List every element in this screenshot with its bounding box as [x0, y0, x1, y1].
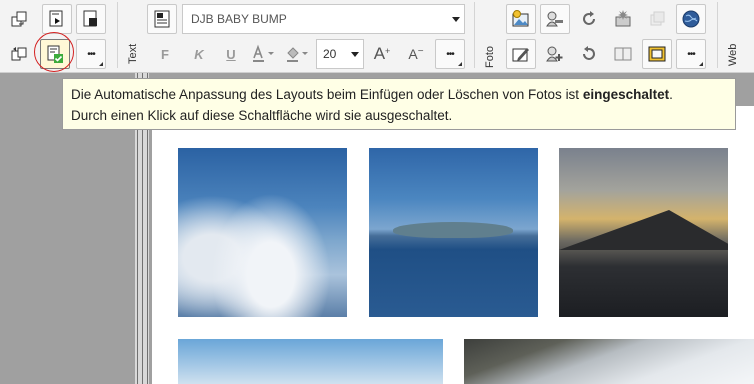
page-forward-button[interactable]	[42, 4, 72, 34]
text-more-button[interactable]: •••	[435, 39, 465, 69]
page-save-icon	[83, 10, 97, 27]
separator	[474, 2, 475, 68]
mountain-shape	[559, 210, 728, 250]
add-photo-button[interactable]	[506, 4, 536, 34]
copy-icon	[650, 11, 665, 26]
font-family-value: DJB BABY BUMP	[191, 12, 287, 26]
chevron-down-icon	[452, 16, 460, 22]
globe-icon	[682, 10, 700, 28]
undo-photo-button[interactable]	[574, 39, 604, 69]
photo-island-sea[interactable]	[369, 148, 538, 317]
toolbar: ••• Text DJB BABY BUMP F K U 20 A + A − …	[0, 0, 754, 73]
photo-rocky-coast[interactable]	[464, 339, 754, 384]
rotate-photo-button[interactable]	[574, 4, 604, 34]
photo-more-button[interactable]: •••	[676, 39, 706, 69]
tooltip-line-1: Die Automatische Anpassung des Layouts b…	[71, 84, 727, 105]
underline-label: U	[226, 46, 236, 62]
photo-mountain-sunset[interactable]	[559, 148, 728, 317]
add-person-photo-button[interactable]	[540, 39, 570, 69]
text-box-button[interactable]	[147, 4, 177, 34]
italic-label: K	[194, 46, 204, 62]
tooltip-line-2: Durch einen Klick auf diese Schaltfläche…	[71, 108, 453, 123]
separator	[117, 2, 118, 68]
add-photo-icon	[512, 10, 529, 27]
bold-label: F	[161, 46, 169, 62]
font-size-value: 20	[323, 47, 337, 61]
font-decrease-button[interactable]: A −	[401, 39, 431, 69]
photo-sky-horizon[interactable]	[178, 339, 443, 384]
more-icon: •••	[446, 48, 454, 60]
photo-effects-icon	[615, 10, 631, 27]
italic-button[interactable]: K	[184, 39, 214, 69]
frame-icon	[648, 46, 666, 62]
text-color-icon	[253, 44, 274, 62]
plus-sign: +	[385, 46, 391, 56]
font-family-select[interactable]: DJB BABY BUMP	[182, 4, 465, 34]
tooltip-status: eingeschaltet	[582, 87, 670, 102]
bold-button[interactable]: F	[150, 39, 180, 69]
separator	[717, 2, 718, 68]
undo-icon	[583, 46, 595, 60]
edit-photo-icon	[512, 48, 529, 62]
photo-copy-button[interactable]	[642, 4, 672, 34]
auto-layout-check-icon	[47, 45, 63, 63]
minus-sign: −	[417, 45, 424, 57]
edit-photo-button[interactable]	[506, 39, 536, 69]
font-increase-button[interactable]: A +	[367, 39, 397, 69]
layout-swap-button[interactable]	[4, 39, 34, 69]
rotate-icon	[583, 11, 595, 25]
dropdown-corner-icon	[99, 62, 103, 66]
tooltip: Die Automatische Anpassung des Layouts b…	[62, 78, 736, 130]
font-size-select[interactable]: 20	[316, 39, 364, 69]
chevron-down-icon	[351, 51, 359, 57]
add-person-icon	[546, 46, 563, 62]
underline-button[interactable]: U	[216, 39, 246, 69]
auto-layout-adjust-button[interactable]	[40, 39, 70, 69]
page-arrange-icon	[11, 11, 27, 27]
remove-photo-button[interactable]	[540, 4, 570, 34]
photo-split-button[interactable]	[608, 39, 638, 69]
island-shape	[393, 222, 513, 238]
web-group-label: Web	[727, 43, 739, 66]
tooltip-period: .	[669, 87, 673, 102]
text-box-icon	[154, 10, 170, 28]
split-icon	[614, 47, 632, 61]
photo-frame-button[interactable]	[642, 39, 672, 69]
dropdown-corner-icon	[458, 62, 462, 66]
layout-more-button[interactable]: •••	[76, 39, 106, 69]
more-icon: •••	[87, 48, 95, 60]
photo-aerial-clouds[interactable]	[178, 148, 347, 317]
online-photos-button[interactable]	[676, 4, 706, 34]
fill-color-button[interactable]	[282, 39, 314, 69]
photo-effects-button[interactable]	[608, 4, 638, 34]
text-group-label: Text	[127, 43, 139, 64]
font-increase-icon: A	[373, 44, 386, 63]
paint-bucket-icon	[287, 47, 308, 62]
font-decrease-icon: A	[408, 46, 418, 62]
dropdown-corner-icon	[699, 62, 703, 66]
page-save-button[interactable]	[76, 4, 106, 34]
remove-photo-icon	[546, 11, 563, 27]
more-icon: •••	[687, 48, 695, 60]
page-forward-icon	[49, 10, 63, 27]
tooltip-text: Die Automatische Anpassung des Layouts b…	[71, 87, 583, 102]
text-color-button[interactable]	[248, 39, 280, 69]
page-arrange-button[interactable]	[4, 4, 34, 34]
photo-group-label: Foto	[484, 45, 496, 68]
layout-swap-icon	[11, 47, 27, 61]
